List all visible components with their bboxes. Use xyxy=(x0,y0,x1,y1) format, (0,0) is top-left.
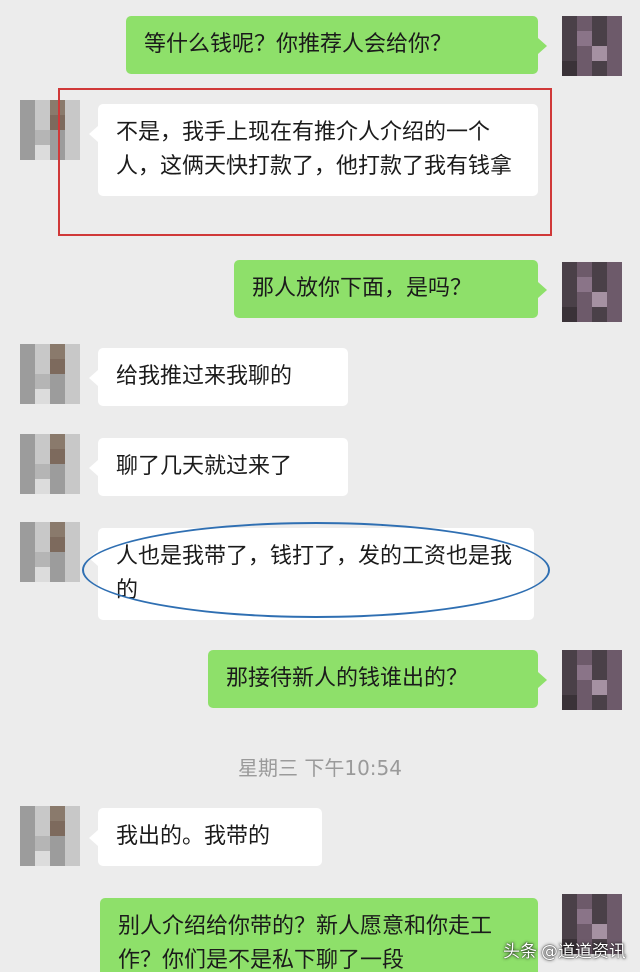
message-text: 别人介绍给你带的？新人愿意和你走工作？你们是不是私下聊了一段 xyxy=(118,914,493,972)
message-text: 等什么钱呢？你推荐人会给你？ xyxy=(144,32,453,57)
contact-avatar[interactable] xyxy=(20,434,80,494)
message-bubble-incoming[interactable]: 我出的。我带的 xyxy=(89,808,322,866)
message-text: 我出的。我带的 xyxy=(116,824,271,849)
contact-avatar[interactable] xyxy=(20,522,80,582)
message-text: 聊了几天就过来了 xyxy=(116,454,293,479)
watermark-brand: 头条 xyxy=(503,942,537,962)
watermark-handle: @道道资讯 xyxy=(541,942,626,962)
message-bubble-outgoing[interactable]: 等什么钱呢？你推荐人会给你？ xyxy=(126,16,547,74)
message-bubble-incoming[interactable]: 给我推过来我聊的 xyxy=(89,348,348,406)
contact-avatar[interactable] xyxy=(20,344,80,404)
message-bubble-outgoing[interactable]: 那人放你下面，是吗？ xyxy=(234,260,547,318)
contact-avatar[interactable] xyxy=(20,806,80,866)
message-bubble-outgoing[interactable]: 别人介绍给你带的？新人愿意和你走工作？你们是不是私下聊了一段 xyxy=(100,898,538,972)
message-bubble-incoming[interactable]: 聊了几天就过来了 xyxy=(89,438,348,496)
message-text: 那人放你下面，是吗？ xyxy=(252,276,473,301)
chat-area: 等什么钱呢？你推荐人会给你？ 不是，我手上现在有推介人介绍的一个人，这俩天快打款… xyxy=(0,0,640,972)
self-avatar[interactable] xyxy=(562,262,622,322)
watermark: 头条 @道道资讯 xyxy=(503,937,626,962)
message-text: 那接待新人的钱谁出的？ xyxy=(226,666,469,691)
chat-timestamp: 星期三 下午10:54 xyxy=(238,756,402,780)
message-text: 给我推过来我聊的 xyxy=(116,364,293,389)
highlight-ellipse xyxy=(82,522,550,618)
message-bubble-outgoing[interactable]: 那接待新人的钱谁出的？ xyxy=(208,650,547,708)
self-avatar[interactable] xyxy=(562,650,622,710)
self-avatar[interactable] xyxy=(562,16,622,76)
highlight-rectangle xyxy=(58,88,552,236)
